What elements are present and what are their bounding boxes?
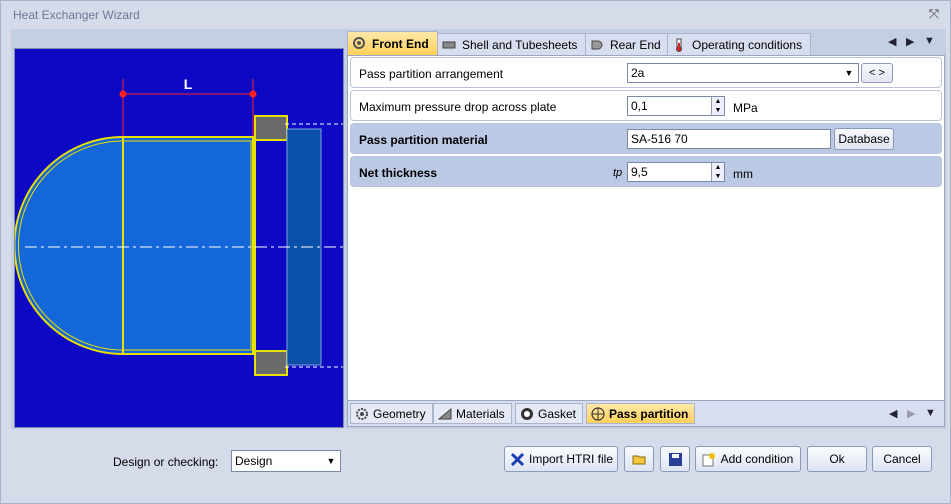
add-condition-button[interactable]: Add condition (695, 446, 801, 472)
thickness-spinner[interactable]: ▲ ▼ (711, 163, 724, 181)
row-net-thickness: Net thickness tp 9,5 ▲ ▼ mm (350, 156, 942, 187)
row-max-pressure-drop: Maximum pressure drop across plate 0,1 ▲… (350, 90, 942, 121)
title-bar: Heat Exchanger Wizard ⤧ (1, 1, 950, 29)
ok-button[interactable]: Ok (807, 446, 867, 472)
net-thickness-label: Net thickness (359, 166, 438, 180)
max-pressure-drop-unit: MPa (733, 101, 758, 115)
front-end-panel: Pass partition arrangement 2a ▼ < > Maxi… (347, 55, 945, 401)
bottom-tab-strip: Geometry Materials Gasket Pass partition… (347, 401, 945, 427)
pass-partition-arrangement-select[interactable]: 2a ▼ (627, 63, 859, 83)
design-or-checking-value: Design (235, 454, 273, 468)
window-title: Heat Exchanger Wizard (13, 8, 140, 22)
gasket-icon (521, 408, 533, 420)
tab-geometry-label: Geometry (373, 407, 426, 421)
rear-end-icon (591, 40, 603, 50)
flange-top (254, 115, 288, 141)
max-pressure-drop-value: 0,1 (631, 99, 648, 113)
top-tab-strip: Front End Shell and Tubesheets Rear End … (347, 31, 945, 55)
tab-rear-end-label: Rear End (610, 38, 661, 52)
materials-icon (438, 407, 452, 420)
tab-operating-conditions[interactable]: Operating conditions (667, 33, 812, 55)
add-condition-icon (702, 453, 715, 467)
dimension-point-right (249, 90, 257, 98)
bottom-scroll-left-icon[interactable]: ◀ (889, 407, 897, 420)
tab-materials[interactable]: Materials (433, 403, 512, 424)
heat-exchanger-wizard-window: Heat Exchanger Wizard ⤧ L Front End Shel… (0, 0, 951, 504)
chevron-down-icon: ▼ (326, 456, 336, 466)
row-pass-partition-material: Pass partition material SA-516 70 Databa… (350, 123, 942, 154)
pass-partition-material-value: SA-516 70 (631, 132, 688, 146)
import-icon (510, 452, 525, 467)
open-file-button[interactable] (624, 446, 654, 472)
tab-gasket[interactable]: Gasket (515, 403, 584, 424)
import-htri-button[interactable]: Import HTRI file (504, 446, 618, 472)
tab-operating-conditions-label: Operating conditions (692, 38, 803, 52)
import-htri-label: Import HTRI file (528, 452, 613, 466)
net-thickness-unit: mm (733, 167, 753, 181)
tab-shell-and-tubesheets[interactable]: Shell and Tubesheets (437, 33, 587, 55)
front-end-schematic: L (13, 76, 343, 376)
shell-icon (442, 41, 456, 49)
net-thickness-value: 9,5 (631, 165, 648, 179)
folder-open-icon (632, 455, 646, 465)
tab-gasket-label: Gasket (538, 407, 577, 421)
thermometer-icon (676, 38, 682, 52)
arrangement-nav-button[interactable]: < > (861, 63, 893, 83)
net-thickness-symbol: tp (613, 167, 623, 179)
close-icon[interactable]: ⤧ (926, 6, 942, 22)
database-button[interactable]: Database (834, 128, 894, 150)
flange-bottom (254, 350, 288, 376)
tab-materials-label: Materials (456, 407, 505, 421)
gear-icon (356, 408, 368, 420)
tab-menu-icon[interactable]: ▼ (924, 35, 935, 47)
tab-rear-end[interactable]: Rear End (585, 33, 670, 55)
pass-partition-arrangement-label: Pass partition arrangement (359, 67, 504, 81)
bottom-scroll-right-icon[interactable]: ▶ (907, 407, 915, 420)
front-end-icon (353, 37, 365, 49)
tab-pass-partition[interactable]: Pass partition (586, 403, 696, 424)
tab-front-end-label: Front End (372, 37, 429, 51)
scroll-right-icon[interactable]: ▶ (906, 35, 914, 48)
save-icon (669, 453, 682, 466)
pass-partition-arrangement-value: 2a (631, 66, 645, 80)
pressure-spinner[interactable]: ▲ ▼ (711, 97, 724, 115)
row-pass-partition-arrangement: Pass partition arrangement 2a ▼ < > (350, 57, 942, 88)
chevron-down-icon: ▼ (844, 68, 854, 78)
save-button[interactable] (660, 446, 690, 472)
tab-pass-partition-label: Pass partition (609, 407, 689, 421)
design-or-checking-label: Design or checking: (113, 455, 219, 469)
pass-partition-icon (591, 407, 605, 421)
tab-geometry[interactable]: Geometry (350, 403, 433, 424)
add-condition-label: Add condition (720, 452, 794, 466)
pass-partition-material-label: Pass partition material (359, 133, 488, 147)
net-thickness-field[interactable]: 9,5 ▲ ▼ (627, 162, 725, 182)
max-pressure-drop-label: Maximum pressure drop across plate (359, 100, 557, 114)
max-pressure-drop-field[interactable]: 0,1 ▲ ▼ (627, 96, 725, 116)
tab-front-end[interactable]: Front End (347, 31, 438, 55)
dimension-point-left (119, 90, 127, 98)
cancel-button[interactable]: Cancel (872, 446, 932, 472)
front-end-drawing: L (13, 48, 344, 428)
scroll-left-icon[interactable]: ◀ (888, 35, 896, 48)
tab-shell-label: Shell and Tubesheets (462, 38, 578, 52)
bottom-tab-menu-icon[interactable]: ▼ (925, 407, 936, 419)
design-or-checking-select[interactable]: Design ▼ (231, 450, 341, 472)
dimension-label: L (184, 76, 193, 92)
pass-partition-material-field[interactable]: SA-516 70 (627, 129, 831, 149)
